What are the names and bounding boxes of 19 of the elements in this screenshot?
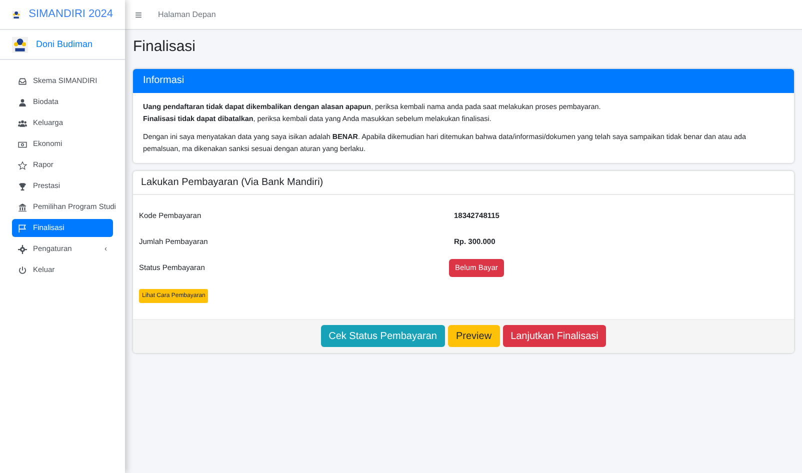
info-card-header: Informasi [133,68,794,92]
bank-building-icon [18,202,27,212]
action-button[interactable]: Lanjutkan Finalisasi [502,325,606,347]
person-icon [18,98,27,106]
flag-icon [18,224,27,232]
star-icon [18,160,27,170]
action-button[interactable]: Preview [448,325,500,347]
brand-title[interactable]: SIMANDIRI 2024 [28,6,113,23]
user-name[interactable]: Doni Budiman [36,38,93,52]
menu-icon[interactable]: ≡ [135,6,142,24]
banknote-icon [18,140,27,148]
power-icon [18,266,27,274]
page-title: Finalisasi [133,37,197,57]
trophy-icon [18,182,27,190]
breadcrumb-link[interactable]: Halaman Depan [158,8,216,20]
people-icon [18,118,27,128]
user-logo-icon [12,36,28,52]
inbox-icon [18,76,27,86]
payment-card-header: Lakukan Pembayaran (Via Bank Mandiri) [133,170,794,194]
